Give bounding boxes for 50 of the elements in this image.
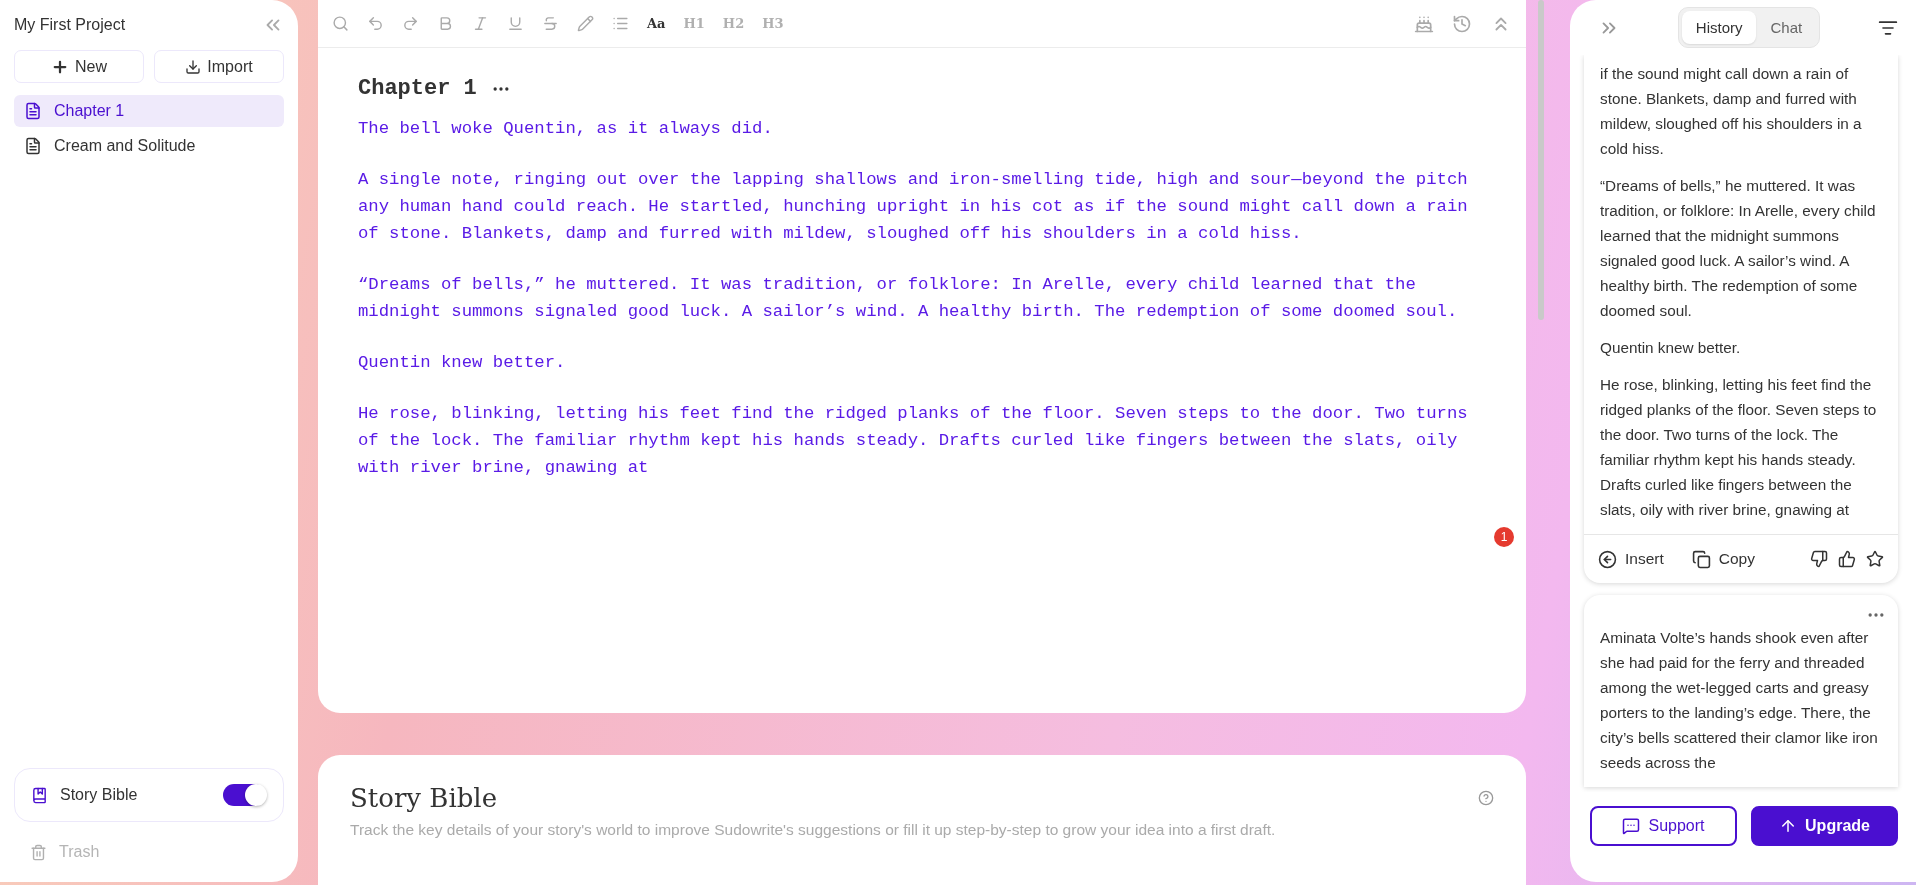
scrollbar-thumb[interactable] — [1538, 0, 1544, 320]
book-icon — [31, 786, 48, 804]
undo-icon[interactable] — [367, 15, 384, 32]
story-paragraph: The bell woke Quentin, as it always did. — [358, 118, 774, 140]
card-paragraph: He rose, blinking, letting his feet find the ridged planks of the floor. Seven steps to the door. Two turns of the lock. The familiar rhythm kept his hands steady. Drafts curled like fingers between the slats, oily with river brine, gnawing at — [1600, 375, 1878, 520]
trash-icon[interactable] — [30, 843, 47, 861]
card-paragraph: if the sound might call down a rain of stone. Blankets, damp and furred with mildew, sloughed off his shoulders in a cold hiss. — [1600, 64, 1863, 159]
new-button[interactable]: New — [14, 50, 144, 83]
star-icon[interactable] — [1866, 550, 1884, 568]
italic-icon[interactable] — [472, 15, 489, 32]
copy-icon — [1691, 549, 1711, 569]
history-icon[interactable] — [1452, 13, 1472, 34]
story-bible-switch[interactable] — [223, 784, 265, 806]
thumbs-down-icon[interactable] — [1810, 550, 1828, 568]
document-icon — [24, 102, 42, 120]
strikethrough-icon[interactable] — [542, 15, 559, 32]
copy-button[interactable]: Copy — [1691, 549, 1755, 569]
panel-tab[interactable]: Chat — [1756, 11, 1817, 44]
project-title: My First Project — [14, 16, 126, 34]
card-paragraph: Quentin knew better. — [1600, 338, 1742, 358]
story-paragraph: He rose, blinking, letting his feet find the ridged planks of the floor. Seven steps to the door. Two turns of the lock. The familiar rhythm kept his hands steady. Drafts curled like fingers between the slats, oily with river brine, gnawing at — [358, 403, 1469, 479]
card-paragraph: Aminata Volte’s hands shook even after she had paid for the ferry and threaded among the wet-legged carts and greasy porters to the landing’s edge. There, the city’s bells scattered their clamor like iron seeds across the — [1600, 628, 1879, 773]
search-icon[interactable] — [332, 15, 349, 32]
help-icon[interactable] — [1478, 790, 1494, 806]
story-bible-label: Story Bible — [60, 786, 139, 804]
document-item[interactable]: Cream and Solitude — [14, 130, 284, 162]
chapter-title: Chapter 1 — [358, 76, 477, 101]
arrow-left-icon — [1598, 549, 1617, 569]
download-icon — [185, 58, 202, 75]
insert-button[interactable]: Insert — [1598, 549, 1664, 569]
redo-icon[interactable] — [402, 15, 419, 32]
underline-icon[interactable] — [507, 15, 524, 32]
pencil-icon[interactable] — [577, 15, 594, 32]
story-paragraph: Quentin knew better. — [358, 352, 567, 374]
card-paragraph: “Dreams of bells,” he muttered. It was tradition, or folklore: In Arelle, every child learned that the midnight summons signaled good luck. A sailor’s wind. A healthy birth. The redemption of some doomed soul. — [1600, 176, 1877, 321]
upgrade-button[interactable]: Upgrade — [1751, 806, 1898, 846]
story-paragraph: A single note, ringing out over the lapping shallows and iron-smelling tide, high and sour—beyond the pitch any human hand could reach. He startled, hunching upright in his cot as if the sound might call down a rain of stone. Blankets, damp and furred with mildew, sloughed off his shoulders in a cold hiss. — [358, 169, 1469, 245]
document-item[interactable]: Chapter 1 — [14, 95, 284, 127]
story-bible-title: Story Bible — [350, 783, 498, 813]
document-icon — [24, 137, 42, 155]
thumbs-up-icon[interactable] — [1838, 550, 1856, 568]
story-bible-description: Track the key details of your story's world to improve Sudowrite's suggestions or fill it up step-by-step to grow your idea into a first draft. — [350, 821, 1277, 839]
notification-badge: 1 — [1494, 527, 1514, 547]
panel-tab[interactable]: History — [1681, 11, 1757, 44]
import-button[interactable]: Import — [154, 50, 284, 83]
chat-bubble-icon — [1622, 817, 1641, 835]
story-paragraph: “Dreams of bells,” he muttered. It was tradition, or folklore: In Arelle, every child learned that the midnight summons signaled good luck. A sailor’s wind. A healthy birth. The redemption of some doomed soul. — [358, 274, 1459, 323]
format-button[interactable]: Aa — [647, 16, 666, 31]
support-button[interactable]: Support — [1590, 806, 1737, 846]
list-icon[interactable] — [612, 15, 629, 32]
